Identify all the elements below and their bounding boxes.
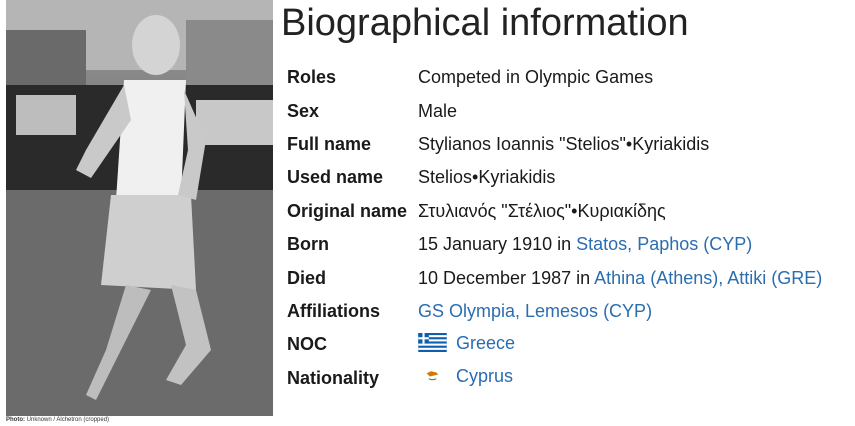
row-value: Competed in Olympic Games	[418, 67, 654, 88]
photo-credit: Photo: Unknown / Alchetron (cropped)	[6, 417, 110, 423]
row-label: Original name	[287, 200, 408, 221]
row-value: Greece	[418, 328, 822, 361]
greece-flag-icon	[418, 332, 447, 357]
nationality-link[interactable]: Cyprus	[456, 366, 513, 386]
row-value: Στυλιανός "Στέλιος"•Κυριακίδης	[418, 200, 666, 221]
row-value: Stylianos Ioannis "Stelios"•Kyriakidis	[418, 133, 710, 154]
bio-row-born: Born 15 January 1910 in Statos, Paphos (…	[283, 228, 822, 261]
row-label: Used name	[287, 167, 384, 188]
row-label: NOC	[287, 334, 327, 355]
died-date: 10 December 1987	[418, 267, 572, 288]
bio-row-nationality: Nationality Cyprus	[283, 362, 822, 395]
noc-link[interactable]: Greece	[456, 333, 515, 353]
bio-row-died: Died 10 December 1987 in Athina (Athens)…	[283, 261, 822, 294]
row-label: Sex	[287, 100, 320, 121]
row-value: GS Olympia, Lemesos (CYP)	[418, 295, 822, 328]
row-label: Affiliations	[287, 300, 380, 321]
born-date: 15 January 1910	[418, 234, 553, 255]
bio-row-original-name: Original name Στυλιανός "Στέλιος"•Κυριακ…	[283, 195, 822, 228]
athlete-photo	[6, 0, 273, 416]
affiliation-link[interactable]: GS Olympia, Lemesos (CYP)	[418, 301, 652, 321]
bio-row-roles: Roles Competed in Olympic Games	[283, 61, 822, 94]
row-label: Nationality	[287, 367, 380, 388]
bio-table: Roles Competed in Olympic Games Sex Male…	[283, 61, 822, 395]
row-value: Stelios•Kyriakidis	[418, 167, 556, 188]
bio-row-used-name: Used name Stelios•Kyriakidis	[283, 161, 822, 194]
bio-row-sex: Sex Male	[283, 94, 822, 127]
died-place-link[interactable]: Athina (Athens), Attiki (GRE)	[594, 268, 822, 288]
row-value: Cyprus	[418, 362, 822, 395]
cyprus-flag-icon	[418, 366, 447, 390]
row-value: 10 December 1987 in Athina (Athens), Att…	[418, 267, 823, 288]
bio-row-noc: NOC Greece	[283, 328, 822, 361]
born-place-link[interactable]: Statos, Paphos (CYP)	[576, 234, 752, 254]
row-label: Died	[287, 267, 327, 288]
bio-row-affiliations: Affiliations GS Olympia, Lemesos (CYP)	[283, 295, 822, 328]
row-label: Born	[287, 234, 329, 255]
row-value: Male	[418, 100, 458, 121]
bio-row-full-name: Full name Stylianos Ioannis "Stelios"•Ky…	[283, 128, 822, 161]
page-title: Biographical information	[281, 2, 689, 44]
row-label: Full name	[287, 133, 372, 154]
row-label: Roles	[287, 67, 337, 88]
row-value: 15 January 1910 in Statos, Paphos (CYP)	[418, 234, 753, 255]
